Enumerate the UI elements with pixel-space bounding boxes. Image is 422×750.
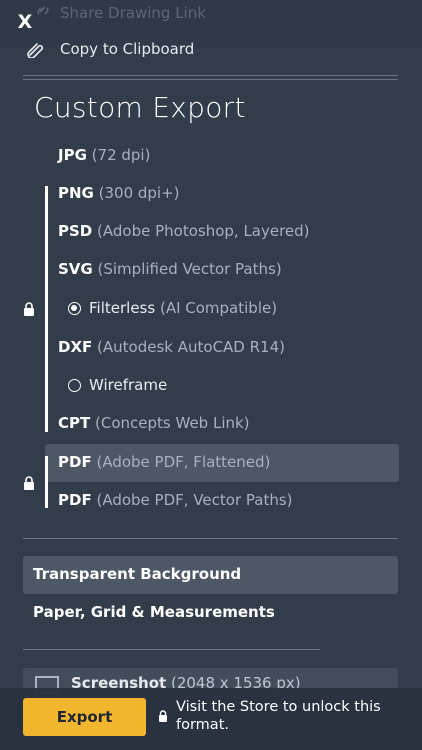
format-desc: (Simplified Vector Paths): [97, 260, 282, 278]
format-dxf[interactable]: DXF (Autodesk AutoCAD R14): [58, 338, 285, 362]
paperclip-icon: [27, 43, 44, 58]
divider: [23, 75, 398, 76]
divider: [23, 79, 398, 80]
divider: [23, 538, 398, 539]
option-label: Paper, Grid & Measurements: [33, 603, 275, 621]
export-button[interactable]: Export: [23, 698, 146, 736]
format-pdf-flattened[interactable]: PDF (Adobe PDF, Flattened): [58, 453, 270, 477]
format-name: PDF: [58, 491, 92, 509]
format-psd[interactable]: PSD (Adobe Photoshop, Layered): [58, 222, 310, 246]
format-desc: (Adobe PDF, Flattened): [96, 453, 271, 471]
lock-icon: [24, 302, 34, 316]
format-desc: (72 dpi): [91, 146, 151, 164]
share-drawing-link[interactable]: Share Drawing Link: [60, 4, 206, 22]
format-svg[interactable]: SVG (Simplified Vector Paths): [58, 260, 282, 284]
format-desc: (Concepts Web Link): [95, 414, 250, 432]
format-name: PSD: [58, 222, 93, 240]
format-name: JPG: [58, 146, 87, 164]
radio-unselected-icon[interactable]: [68, 379, 81, 392]
section-title: Custom Export: [34, 91, 246, 124]
locked-group-bar: [45, 456, 48, 508]
share-link-icon: [37, 6, 49, 15]
format-name: SVG: [58, 260, 93, 278]
format-cpt[interactable]: CPT (Concepts Web Link): [58, 414, 250, 438]
copy-to-clipboard-label: Copy to Clipboard: [60, 40, 195, 58]
suboption-label: Wireframe: [89, 376, 168, 394]
format-desc: (Adobe PDF, Vector Paths): [96, 491, 293, 509]
format-name: DXF: [58, 338, 93, 356]
bottom-bar: Export Visit the Store to unlock this fo…: [0, 688, 422, 750]
close-button[interactable]: X: [16, 10, 34, 34]
suboption-desc: (AI Compatible): [159, 299, 278, 317]
radio-selected-icon[interactable]: [68, 302, 81, 315]
option-label: Transparent Background: [33, 565, 242, 583]
format-png[interactable]: PNG (300 dpi+): [58, 184, 180, 208]
option-transparent-background[interactable]: Transparent Background: [23, 556, 398, 594]
divider: [23, 649, 320, 650]
lock-icon: [24, 476, 34, 490]
lock-icon: [159, 710, 167, 722]
format-desc: (Adobe Photoshop, Layered): [97, 222, 310, 240]
format-name: CPT: [58, 414, 91, 432]
locked-group-bar: [45, 186, 48, 432]
format-desc: (Autodesk AutoCAD R14): [97, 338, 285, 356]
format-name: PDF: [58, 453, 92, 471]
format-pdf-vector[interactable]: PDF (Adobe PDF, Vector Paths): [58, 491, 293, 515]
format-jpg[interactable]: JPG (72 dpi): [58, 146, 150, 170]
unlock-message: Visit the Store to unlock this format.: [176, 699, 381, 733]
format-name: PNG: [58, 184, 94, 202]
suboption-label: Filterless: [89, 299, 156, 317]
suboption-filterless[interactable]: Filterless (AI Compatible): [68, 299, 277, 323]
option-paper-grid-measurements[interactable]: Paper, Grid & Measurements: [23, 594, 398, 632]
format-desc: (300 dpi+): [98, 184, 180, 202]
suboption-wireframe[interactable]: Wireframe: [68, 376, 167, 400]
